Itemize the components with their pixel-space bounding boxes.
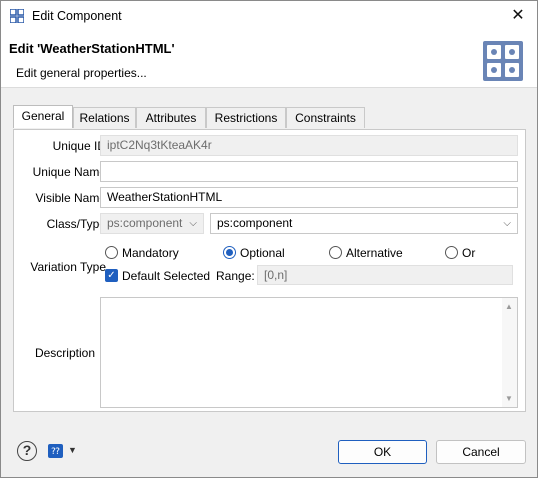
chevron-down-icon: ⌵: [189, 218, 197, 229]
visible-name-input[interactable]: WeatherStationHTML: [100, 187, 518, 208]
description-scrollbar[interactable]: ▲ ▼: [502, 298, 517, 407]
radio-alternative[interactable]: Alternative: [329, 245, 429, 261]
radio-circle-selected: [223, 246, 236, 259]
tab-general[interactable]: General: [13, 105, 73, 128]
radio-optional[interactable]: Optional: [223, 245, 323, 261]
type-select-value: ps:component: [217, 216, 293, 230]
radio-alternative-label: Alternative: [346, 246, 403, 260]
checkmark-icon: ✓: [105, 269, 118, 282]
class-select: ps:component ⌵: [100, 213, 204, 234]
header-subtitle: Edit general properties...: [16, 66, 147, 80]
ok-button[interactable]: OK: [338, 440, 427, 464]
visible-name-label: Visible Name: [35, 191, 106, 205]
radio-optional-label: Optional: [240, 246, 285, 260]
radio-mandatory[interactable]: Mandatory: [105, 245, 205, 261]
edit-component-dialog: Edit Component ✕ Edit 'WeatherStationHTM…: [0, 0, 538, 478]
cancel-button[interactable]: Cancel: [436, 440, 526, 464]
help-menu-icon[interactable]: ⁇: [48, 444, 63, 458]
dialog-header: Edit 'WeatherStationHTML' Edit general p…: [1, 32, 537, 88]
radio-circle: [445, 246, 458, 259]
description-textarea[interactable]: ▲ ▼: [100, 297, 518, 408]
unique-name-label: Unique Name: [32, 165, 106, 179]
scroll-up-icon[interactable]: ▲: [505, 302, 513, 311]
help-icon[interactable]: ?: [17, 441, 37, 461]
range-field: [0,n]: [257, 265, 513, 285]
default-selected-label: Default Selected: [122, 269, 211, 283]
description-label: Description: [34, 346, 95, 360]
unique-id-label: Unique ID: [52, 139, 106, 153]
radio-or[interactable]: Or: [445, 245, 505, 261]
unique-name-input[interactable]: [100, 161, 518, 182]
unique-id-field: iptC2Nq3tKteaAK4r: [100, 135, 518, 156]
close-icon[interactable]: ✕: [503, 3, 533, 29]
grid-app-icon: [483, 41, 523, 81]
title-bar: Edit Component ✕: [1, 1, 537, 32]
window-title: Edit Component: [32, 9, 122, 23]
default-selected-checkbox[interactable]: ✓ Default Selected: [105, 268, 215, 284]
radio-or-label: Or: [462, 246, 476, 260]
dropdown-caret-icon[interactable]: ▼: [68, 445, 77, 455]
tab-restrictions[interactable]: Restrictions: [206, 107, 286, 128]
tab-relations[interactable]: Relations: [73, 107, 136, 128]
radio-mandatory-label: Mandatory: [122, 246, 179, 260]
app-grid-icon: [10, 9, 24, 23]
radio-circle: [329, 246, 342, 259]
range-label: Range:: [216, 269, 255, 283]
tab-attributes[interactable]: Attributes: [136, 107, 206, 128]
radio-circle: [105, 246, 118, 259]
general-panel: Unique ID iptC2Nq3tKteaAK4r Unique Name …: [13, 129, 526, 412]
class-type-label: Class/Type: [46, 217, 106, 231]
scroll-down-icon[interactable]: ▼: [505, 394, 513, 403]
chevron-down-icon: ⌵: [503, 218, 511, 229]
variation-type-label: Variation Type: [30, 260, 106, 274]
tab-constraints[interactable]: Constraints: [286, 107, 365, 128]
header-title: Edit 'WeatherStationHTML': [9, 41, 175, 56]
type-select[interactable]: ps:component ⌵: [210, 213, 518, 234]
class-select-value: ps:component: [107, 216, 183, 230]
